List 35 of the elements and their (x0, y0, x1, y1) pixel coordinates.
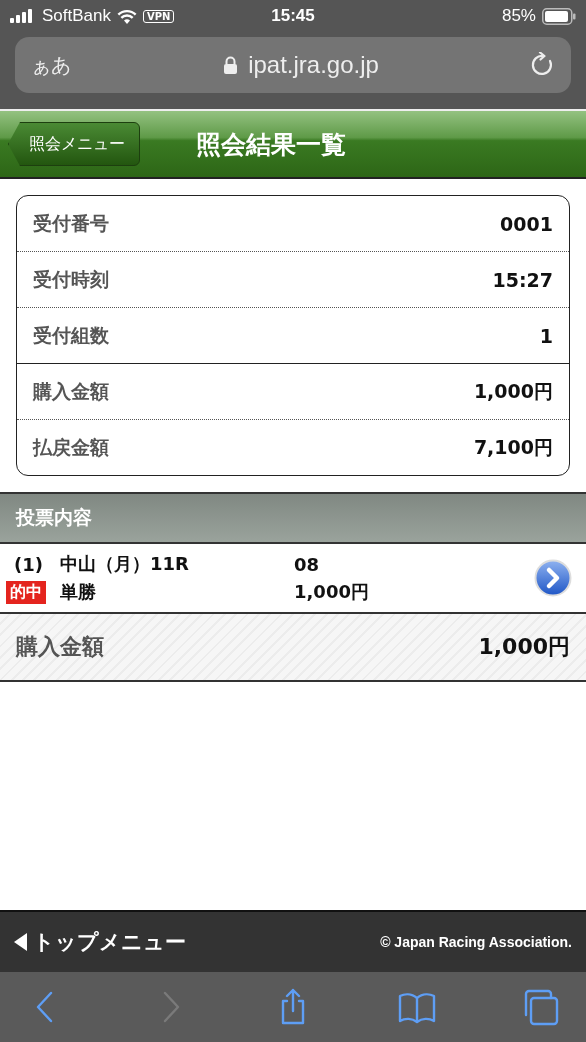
field-value: 1 (539, 324, 553, 347)
selection-number: 08 (294, 553, 321, 575)
url-text: ipat.jra.go.jp (248, 51, 379, 79)
bet-number: (1) (13, 553, 44, 575)
field-label: 受付番号 (33, 210, 109, 236)
field-label: 受付時刻 (33, 266, 109, 292)
field-label: 購入金額 (33, 378, 109, 404)
hit-badge: 的中 (6, 580, 46, 604)
text-size-button[interactable]: ぁあ (31, 51, 71, 79)
copyright-text: © Japan Racing Association. (380, 934, 572, 950)
field-label: 払戻金額 (33, 434, 109, 460)
field-value: 15:27 (492, 268, 553, 291)
field-value: 1,000円 (473, 378, 553, 404)
wifi-icon (117, 8, 137, 24)
battery-icon (542, 7, 576, 25)
reload-icon[interactable] (531, 52, 555, 78)
carrier-name: SoftBank (42, 6, 111, 26)
chevron-icon[interactable] (534, 559, 572, 597)
address-bar[interactable]: ぁあ ipat.jra.go.jp (15, 37, 571, 93)
field-label: 受付組数 (33, 322, 109, 348)
battery-percent: 85% (501, 6, 536, 26)
lock-icon (223, 55, 239, 75)
bet-type: 単勝 (60, 580, 97, 604)
total-value: 1,000円 (478, 633, 570, 661)
total-label: 購入金額 (16, 633, 104, 661)
bet-amount: 1,000円 (294, 580, 369, 604)
race-name: 中山（月）11R (60, 552, 190, 576)
clock-time: 15:45 (271, 6, 315, 26)
back-button[interactable]: 照会メニュー (8, 122, 140, 166)
page-title: 照会結果一覧 (196, 128, 346, 161)
field-value: 0001 (500, 212, 553, 235)
section-title: 投票内容 (16, 505, 92, 530)
vpn-badge: VPN (143, 9, 175, 23)
triangle-icon (14, 933, 27, 951)
field-value: 7,100円 (473, 434, 553, 460)
